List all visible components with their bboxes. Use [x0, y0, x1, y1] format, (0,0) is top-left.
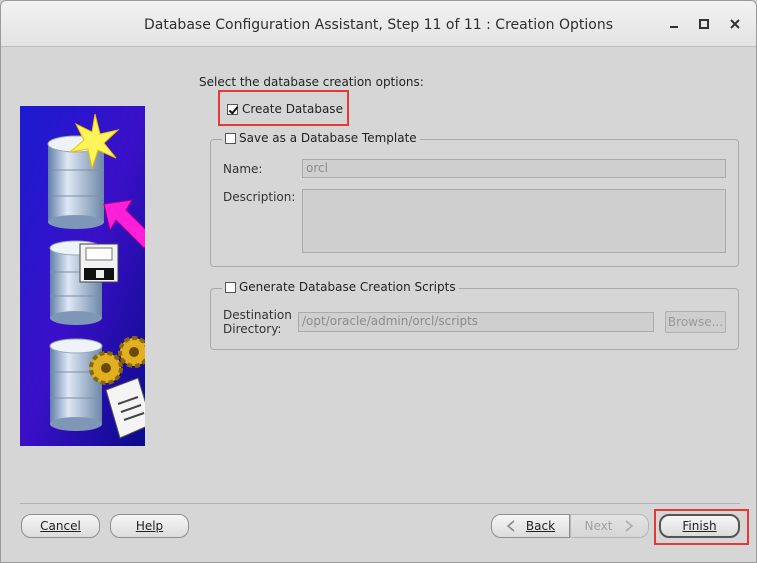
generate-scripts-checkbox[interactable]: Generate Database Creation Scripts: [222, 280, 459, 294]
footer-separator: [20, 503, 740, 504]
generate-scripts-checkbox-box[interactable]: [225, 281, 236, 293]
description-label: Description:: [223, 190, 296, 204]
finish-label: Finish: [682, 519, 717, 533]
window-title: Database Configuration Assistant, Step 1…: [144, 17, 613, 33]
back-label: Back: [525, 519, 556, 533]
cancel-label: Cancel: [40, 519, 81, 533]
description-field[interactable]: [302, 189, 726, 253]
destination-field[interactable]: /opt/oracle/admin/orcl/scripts: [298, 312, 654, 332]
name-field[interactable]: orcl: [302, 159, 726, 178]
create-database-label: Create Database: [242, 102, 343, 116]
destination-label: Destination Directory:: [223, 308, 292, 336]
chevron-right-icon: [626, 520, 634, 532]
name-label: Name:: [223, 162, 263, 176]
create-database-checkbox-box[interactable]: [227, 103, 238, 115]
options-prompt: Select the database creation options:: [199, 75, 424, 89]
title-bar: Database Configuration Assistant, Step 1…: [1, 1, 756, 47]
maximize-icon[interactable]: [695, 15, 713, 33]
browse-label: Browse...: [667, 315, 724, 329]
minimize-icon[interactable]: [665, 15, 683, 33]
database-illustration: [20, 106, 145, 446]
browse-button[interactable]: Browse...: [665, 311, 726, 333]
floppy-disk-icon: [79, 243, 119, 283]
back-button[interactable]: Back: [491, 514, 570, 538]
help-label: Help: [135, 519, 164, 533]
generate-scripts-label: Generate Database Creation Scripts: [239, 280, 456, 294]
dialog-window: Database Configuration Assistant, Step 1…: [0, 0, 757, 563]
close-icon[interactable]: [726, 15, 744, 33]
finish-button[interactable]: Finish: [659, 514, 740, 538]
destination-label-line2: Directory:: [223, 322, 282, 336]
save-template-checkbox[interactable]: Save as a Database Template: [222, 131, 420, 145]
next-button[interactable]: Next: [570, 514, 649, 538]
create-database-checkbox[interactable]: Create Database: [227, 102, 343, 116]
dialog-content: Select the database creation options: Cr…: [1, 48, 756, 562]
chevron-left-icon: [506, 520, 515, 532]
help-button[interactable]: Help: [110, 514, 189, 538]
database-cylinder-icon: [49, 338, 103, 431]
destination-label-line1: Destination: [223, 308, 292, 322]
save-template-checkbox-box[interactable]: [225, 132, 236, 144]
cancel-button[interactable]: Cancel: [21, 514, 100, 538]
next-label: Next: [584, 519, 613, 533]
save-template-label: Save as a Database Template: [239, 131, 417, 145]
